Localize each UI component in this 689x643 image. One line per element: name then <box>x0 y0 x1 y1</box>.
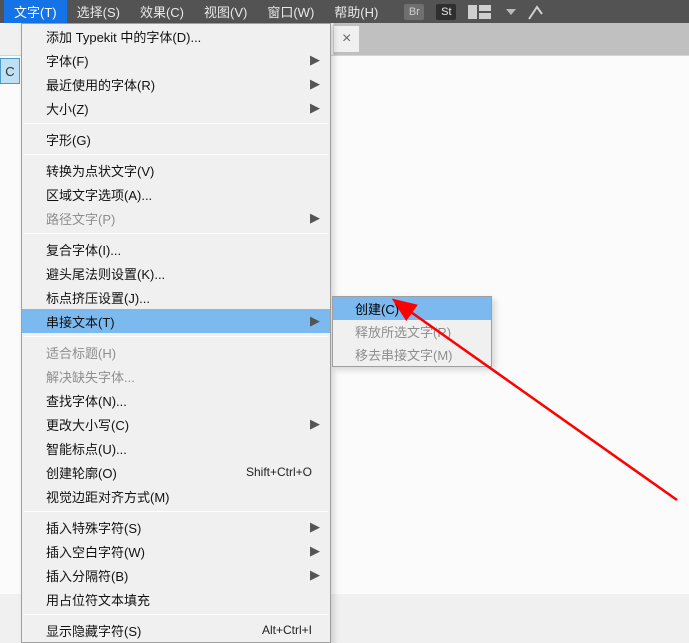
menu-show-hidden-chars[interactable]: 显示隐藏字符(S)Alt+Ctrl+I <box>22 618 330 642</box>
workspace-layout-icon[interactable] <box>468 5 494 19</box>
menu-threaded-text[interactable]: 串接文本(T)▶ <box>22 309 330 333</box>
menu-separator <box>24 336 328 337</box>
menu-font[interactable]: 字体(F)▶ <box>22 48 330 72</box>
menu-fit-headline: 适合标题(H) <box>22 340 330 364</box>
threaded-text-submenu: 创建(C) 释放所选文字(R) 移去串接文字(M) <box>332 296 492 367</box>
menu-area-type-options[interactable]: 区域文字选项(A)... <box>22 182 330 206</box>
menu-fill-placeholder-text[interactable]: 用占位符文本填充 <box>22 587 330 611</box>
menu-glyphs[interactable]: 字形(G) <box>22 127 330 151</box>
menu-separator <box>24 614 328 615</box>
chevron-right-icon: ▶ <box>310 52 320 68</box>
menu-window[interactable]: 窗口(W) <box>257 0 324 23</box>
menu-add-typekit[interactable]: 添加 Typekit 中的字体(D)... <box>22 24 330 48</box>
menu-change-case[interactable]: 更改大小写(C)▶ <box>22 412 330 436</box>
chevron-right-icon: ▶ <box>310 210 320 226</box>
menu-separator <box>24 511 328 512</box>
text-menu-dropdown: 添加 Typekit 中的字体(D)... 字体(F)▶ 最近使用的字体(R)▶… <box>21 23 331 643</box>
bridge-icon[interactable]: Br <box>404 4 424 20</box>
menu-insert-break[interactable]: 插入分隔符(B)▶ <box>22 563 330 587</box>
menu-help[interactable]: 帮助(H) <box>324 0 388 23</box>
submenu-create[interactable]: 创建(C) <box>333 297 491 320</box>
menu-effect[interactable]: 效果(C) <box>130 0 194 23</box>
menu-composite-fonts[interactable]: 复合字体(I)... <box>22 237 330 261</box>
menu-convert-point-type[interactable]: 转换为点状文字(V) <box>22 158 330 182</box>
left-tool-swatch[interactable]: C <box>0 58 20 84</box>
chevron-right-icon: ▶ <box>310 519 320 535</box>
menu-select[interactable]: 选择(S) <box>67 0 130 23</box>
menu-text[interactable]: 文字(T) <box>4 0 67 23</box>
menu-kinsoku-settings[interactable]: 避头尾法则设置(K)... <box>22 261 330 285</box>
chevron-right-icon: ▶ <box>310 543 320 559</box>
menu-optical-margin-alignment[interactable]: 视觉边距对齐方式(M) <box>22 484 330 508</box>
chevron-down-icon[interactable] <box>506 7 516 17</box>
chevron-right-icon: ▶ <box>310 313 320 329</box>
menu-recent-fonts[interactable]: 最近使用的字体(R)▶ <box>22 72 330 96</box>
menu-create-outlines[interactable]: 创建轮廓(O)Shift+Ctrl+O <box>22 460 330 484</box>
menu-size[interactable]: 大小(Z)▶ <box>22 96 330 120</box>
menu-find-font[interactable]: 查找字体(N)... <box>22 388 330 412</box>
stock-icon[interactable]: St <box>436 4 456 20</box>
chevron-right-icon: ▶ <box>310 567 320 583</box>
submenu-remove-threading: 移去串接文字(M) <box>333 343 491 366</box>
menu-separator <box>24 123 328 124</box>
menu-view[interactable]: 视图(V) <box>194 0 257 23</box>
menu-separator <box>24 233 328 234</box>
menu-insert-whitespace[interactable]: 插入空白字符(W)▶ <box>22 539 330 563</box>
menu-smart-punctuation[interactable]: 智能标点(U)... <box>22 436 330 460</box>
chevron-right-icon: ▶ <box>310 416 320 432</box>
menu-insert-special-character[interactable]: 插入特殊字符(S)▶ <box>22 515 330 539</box>
chevron-right-icon: ▶ <box>310 100 320 116</box>
menu-mojikumi-settings[interactable]: 标点挤压设置(J)... <box>22 285 330 309</box>
chevron-right-icon: ▶ <box>310 76 320 92</box>
menu-separator <box>24 154 328 155</box>
submenu-release-selection: 释放所选文字(R) <box>333 320 491 343</box>
menu-resolve-missing-fonts: 解决缺失字体... <box>22 364 330 388</box>
close-icon[interactable]: × <box>334 26 359 52</box>
menu-path-type: 路径文字(P)▶ <box>22 206 330 230</box>
share-icon[interactable] <box>528 4 544 20</box>
menubar: 文字(T) 选择(S) 效果(C) 视图(V) 窗口(W) 帮助(H) Br S… <box>0 0 689 23</box>
